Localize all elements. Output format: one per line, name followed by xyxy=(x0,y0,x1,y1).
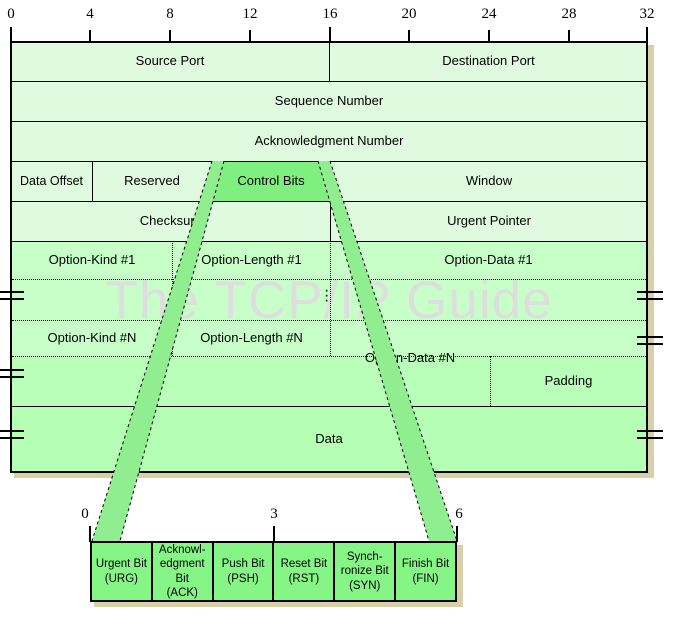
field-data: Data xyxy=(315,430,343,446)
field-option-data-n: Option-Data #N xyxy=(364,349,456,365)
flag-urg[interactable]: Urgent Bit (URG) xyxy=(92,543,153,600)
flags-ruler-label-0: 0 xyxy=(81,506,89,522)
ruler-label-8: 8 xyxy=(166,6,174,22)
option-continuation-ellipsis: · · · xyxy=(324,282,330,309)
ruler-label-24: 24 xyxy=(481,6,497,22)
header-box-shadow-right xyxy=(648,45,654,477)
ruler-label-12: 12 xyxy=(242,6,258,22)
flag-urg-line1: Urgent Bit xyxy=(95,558,147,571)
flags-box-shadow-bottom xyxy=(94,602,463,607)
field-option-kind-1: Option-Kind #1 xyxy=(48,251,136,267)
field-option-kind-n: Option-Kind #N xyxy=(47,329,137,345)
flags-ruler-tick-3 xyxy=(273,526,275,542)
field-option-length-n: Option-Length #N xyxy=(200,329,303,345)
field-option-data-1: Option-Data #1 xyxy=(444,251,533,267)
flag-syn-line2: ronize Bit xyxy=(340,565,389,578)
field-urgent-pointer: Urgent Pointer xyxy=(447,212,531,228)
ruler-label-28: 28 xyxy=(561,6,577,22)
break-mark-right-padding xyxy=(637,336,663,348)
field-sequence-number: Sequence Number xyxy=(274,92,384,108)
flag-syn-line1: Synch- xyxy=(346,550,383,563)
flag-ack-line4: (ACK) xyxy=(166,586,198,599)
flag-rst-line2: (RST) xyxy=(288,572,320,585)
flag-psh[interactable]: Push Bit (PSH) xyxy=(214,543,275,600)
field-acknowledgment-number: Acknowledgment Number xyxy=(254,132,404,148)
field-window: Window xyxy=(465,172,513,188)
field-destination-port: Destination Port xyxy=(442,52,535,68)
break-mark-left-options xyxy=(0,291,24,303)
flags-ruler-label-3: 3 xyxy=(270,506,278,522)
break-mark-right-options xyxy=(637,291,663,303)
ruler-label-20: 20 xyxy=(401,6,417,22)
field-reserved: Reserved xyxy=(124,172,180,188)
field-source-port: Source Port xyxy=(135,52,205,68)
flag-urg-line2: (URG) xyxy=(104,572,139,585)
flag-syn[interactable]: Synch- ronize Bit (SYN) xyxy=(335,543,397,600)
flag-fin[interactable]: Finish Bit (FIN) xyxy=(396,543,455,600)
flags-ruler-tick-6 xyxy=(456,526,458,542)
flags-ruler-label-6: 6 xyxy=(455,506,463,522)
ruler-label-32: 32 xyxy=(639,6,655,22)
ruler-label-16: 16 xyxy=(322,6,338,22)
flags-ruler-tick-0 xyxy=(89,526,91,542)
flag-rst-line1: Reset Bit xyxy=(280,558,328,571)
flag-ack-line2: edgment xyxy=(159,558,205,571)
ruler-label-0: 0 xyxy=(7,6,15,22)
field-padding: Padding xyxy=(544,372,593,388)
break-mark-left-padding xyxy=(0,369,24,381)
flag-ack-line3: Bit xyxy=(175,572,189,585)
field-option-length-1: Option-Length #1 xyxy=(201,251,302,267)
control-bits-detail-box: Urgent Bit (URG) Acknowl- edgment Bit (A… xyxy=(90,541,457,602)
field-control-bits[interactable]: Control Bits xyxy=(212,161,330,201)
flags-box-shadow-right xyxy=(457,545,463,606)
flag-syn-line3: (SYN) xyxy=(349,579,381,592)
flag-ack[interactable]: Acknowl- edgment Bit (ACK) xyxy=(153,543,214,600)
header-box-shadow-bottom xyxy=(14,473,654,478)
flag-rst[interactable]: Reset Bit (RST) xyxy=(274,543,336,600)
flag-fin-line1: Finish Bit xyxy=(401,558,450,571)
tcp-header-diagram: 0 4 8 12 16 20 24 28 32 The TCP/IP Guide xyxy=(0,0,675,624)
option-dot-sep-1 xyxy=(12,279,646,280)
ruler-label-4: 4 xyxy=(86,6,94,22)
flag-psh-line2: (PSH) xyxy=(227,572,259,585)
field-checksum: Checksum xyxy=(139,212,202,228)
flag-fin-line2: (FIN) xyxy=(412,572,439,585)
field-data-offset: Data Offset xyxy=(20,173,83,188)
flag-ack-line1: Acknowl- xyxy=(158,543,206,556)
flag-psh-line1: Push Bit xyxy=(221,558,265,571)
